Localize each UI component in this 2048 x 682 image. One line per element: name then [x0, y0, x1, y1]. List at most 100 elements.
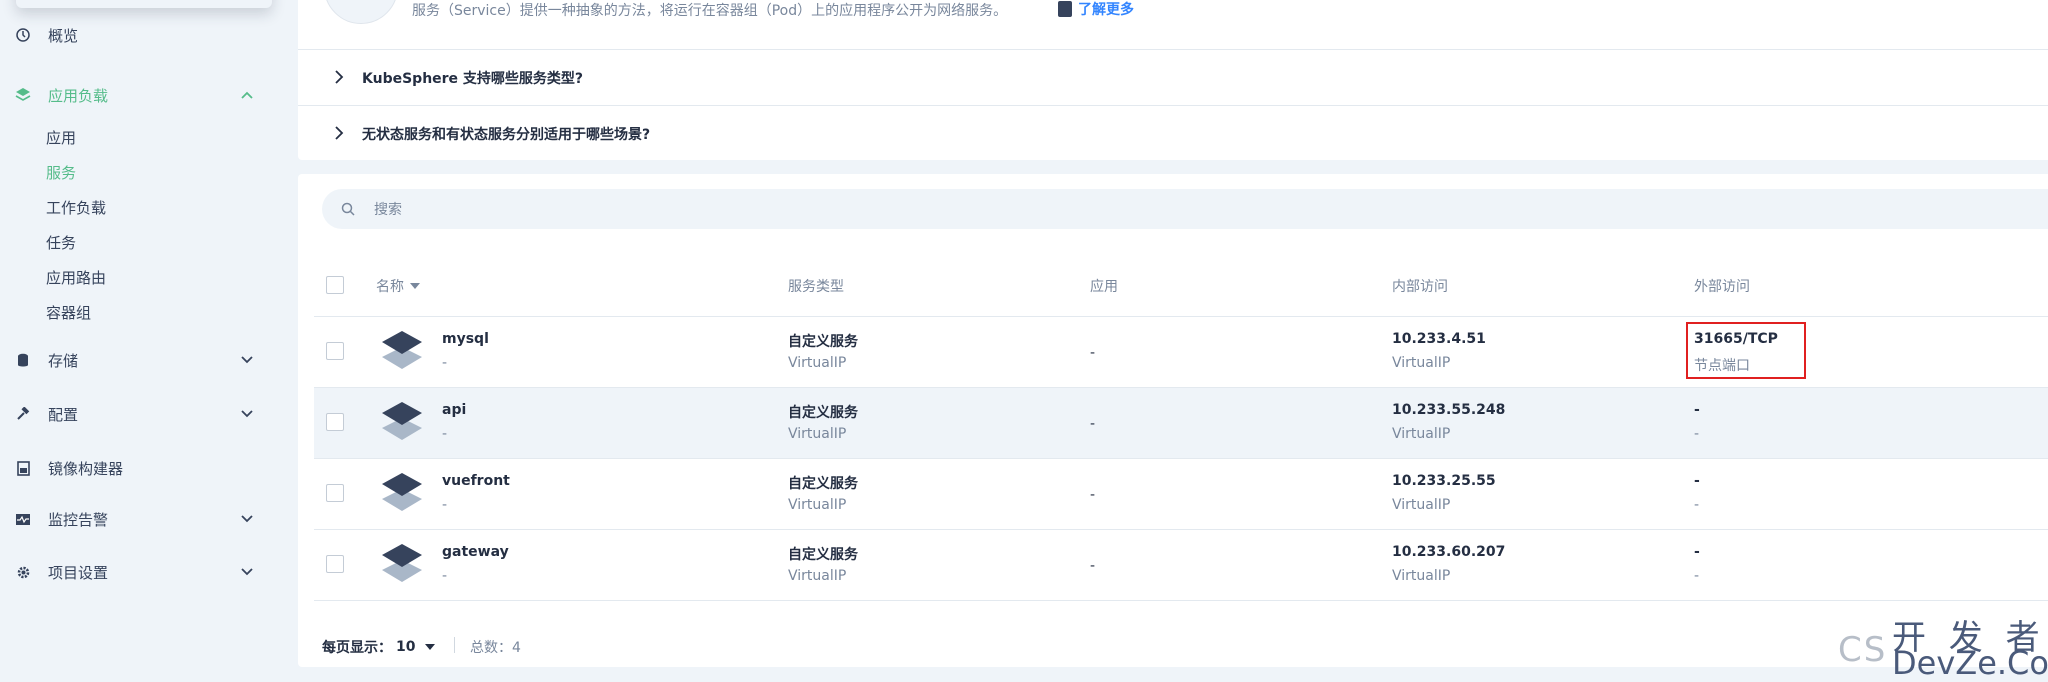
column-type-header: 服务类型: [788, 279, 844, 295]
search-bar[interactable]: [322, 189, 2048, 229]
internal-access-sub: VirtualIP: [1392, 568, 1451, 584]
table-row[interactable]: api - 自定义服务 VirtualIP - 10.233.55.248 Vi…: [314, 388, 2048, 459]
pagination-bar: 每页显示： 10 总数：4: [298, 607, 2048, 667]
service-app: -: [1090, 487, 1096, 503]
banner-description: 服务（Service）提供一种抽象的方法，将运行在容器组（Pod）上的应用程序公…: [412, 3, 1008, 19]
page-size-select[interactable]: 10: [396, 639, 436, 655]
chevron-down-icon[interactable]: [238, 510, 256, 528]
monitor-icon: [14, 510, 32, 528]
learn-more-label: 了解更多: [1078, 2, 1134, 18]
chevron-down-icon[interactable]: [238, 405, 256, 423]
external-access-sub: -: [1694, 568, 1700, 584]
faq-item-stateless-stateful[interactable]: 无状态服务和有状态服务分别适用于哪些场景?: [298, 105, 2048, 162]
service-banner-icon: [324, 0, 398, 24]
service-name-sub: -: [442, 497, 448, 513]
row-checkbox[interactable]: [326, 555, 344, 573]
per-page-label: 每页显示：: [322, 640, 392, 656]
chevron-down-icon[interactable]: [238, 563, 256, 581]
table-header: 名称 服务类型 应用 内部访问 外部访问: [314, 254, 2048, 317]
external-access-sub: -: [1694, 426, 1700, 442]
internal-access-sub: VirtualIP: [1392, 497, 1451, 513]
internal-access: 10.233.25.55: [1392, 473, 1496, 489]
service-intro-panel: 服务（Service）提供一种抽象的方法，将运行在容器组（Pod）上的应用程序公…: [298, 0, 2048, 160]
learn-more-link[interactable]: 了解更多: [1058, 0, 1134, 19]
internal-access: 10.233.60.207: [1392, 544, 1506, 560]
sidebar-item-label: 配置: [48, 405, 79, 424]
faq-item-service-types[interactable]: KubeSphere 支持哪些服务类型?: [298, 49, 2048, 106]
internal-access: 10.233.4.51: [1392, 331, 1486, 347]
service-name-sub: -: [442, 426, 448, 442]
sidebar-item-label: 概览: [48, 26, 79, 45]
sidebar-item-app-workloads[interactable]: 应用负载: [0, 81, 280, 109]
highlight-box: [1686, 322, 1806, 379]
external-access: -: [1694, 473, 1700, 489]
sidebar-item-label: 项目设置: [48, 563, 109, 582]
internal-access: 10.233.55.248: [1392, 402, 1506, 418]
caret-down-icon: [425, 644, 436, 650]
column-label: 名称: [376, 279, 404, 295]
chevron-down-icon[interactable]: [238, 351, 256, 369]
table-row[interactable]: gateway - 自定义服务 VirtualIP - 10.233.60.20…: [314, 530, 2048, 601]
service-app: -: [1090, 345, 1096, 361]
column-internal-header: 内部访问: [1392, 279, 1448, 295]
service-name-link[interactable]: gateway: [442, 544, 509, 560]
chevron-up-icon[interactable]: [238, 86, 256, 104]
total-count: 总数：4: [470, 640, 521, 656]
sidebar-item-label: 镜像构建器: [48, 459, 124, 478]
sidebar-item-config[interactable]: 配置: [0, 400, 280, 428]
service-name-sub: -: [442, 568, 448, 584]
service-app: -: [1090, 416, 1096, 432]
column-name-header[interactable]: 名称: [376, 276, 420, 296]
sidebar-item-project-settings[interactable]: 项目设置: [0, 558, 280, 586]
watermark-faded-text: CS: [1838, 630, 1888, 670]
row-checkbox[interactable]: [326, 342, 344, 360]
table-row[interactable]: vuefront - 自定义服务 VirtualIP - 10.233.25.5…: [314, 459, 2048, 530]
row-checkbox[interactable]: [326, 413, 344, 431]
search-input[interactable]: [372, 197, 976, 223]
sidebar-subitem-routes[interactable]: 应用路由: [46, 266, 106, 290]
sidebar-subitem-services[interactable]: 服务: [46, 161, 76, 185]
service-type: 自定义服务: [788, 476, 858, 492]
hammer-icon: [14, 405, 32, 423]
service-icon: [382, 473, 422, 511]
sidebar-item-label: 应用负载: [48, 86, 109, 105]
service-type-sub: VirtualIP: [788, 568, 847, 584]
service-name-link[interactable]: mysql: [442, 331, 489, 347]
select-all-checkbox[interactable]: [326, 276, 344, 294]
sort-down-icon[interactable]: [410, 283, 420, 289]
service-icon: [382, 331, 422, 369]
sidebar-item-label: 监控告警: [48, 510, 109, 529]
external-access: -: [1694, 402, 1700, 418]
column-external-header: 外部访问: [1694, 279, 1750, 295]
sidebar-item-monitoring[interactable]: 监控告警: [0, 505, 280, 533]
page-size-value: 10: [396, 639, 416, 655]
sidebar-item-overview[interactable]: 概览: [0, 21, 280, 49]
chevron-right-icon: [335, 70, 344, 84]
service-name-link[interactable]: api: [442, 402, 466, 418]
service-icon: [382, 402, 422, 440]
sidebar: 概览 应用负载 应用 服务 工作负载 任务 应用路由 容器组 存储 配置 镜像构…: [0, 0, 280, 682]
dashboard-icon: [14, 26, 32, 44]
external-access-sub: -: [1694, 497, 1700, 513]
service-name-link[interactable]: vuefront: [442, 473, 510, 489]
internal-access-sub: VirtualIP: [1392, 355, 1451, 371]
sidebar-subitem-workloads[interactable]: 工作负载: [46, 196, 106, 220]
table-row[interactable]: mysql - 自定义服务 VirtualIP - 10.233.4.51 Vi…: [314, 317, 2048, 388]
sidebar-item-storage[interactable]: 存储: [0, 346, 280, 374]
service-list-panel: 名称 服务类型 应用 内部访问 外部访问 mysql - 自定义服务 Virtu…: [298, 174, 2048, 667]
sidebar-item-image-builder[interactable]: 镜像构建器: [0, 454, 280, 482]
service-type-sub: VirtualIP: [788, 497, 847, 513]
service-name-sub: -: [442, 355, 448, 371]
page-size-control: 每页显示： 10: [322, 637, 436, 657]
external-access: -: [1694, 544, 1700, 560]
row-checkbox[interactable]: [326, 484, 344, 502]
sidebar-subitem-pods[interactable]: 容器组: [46, 301, 91, 325]
sidebar-subitem-jobs[interactable]: 任务: [46, 231, 76, 255]
layers-icon: [14, 86, 32, 104]
divider: [454, 637, 455, 653]
gear-icon: [14, 563, 32, 581]
sidebar-subitem-apps[interactable]: 应用: [46, 126, 76, 150]
service-type-sub: VirtualIP: [788, 426, 847, 442]
column-app-header: 应用: [1090, 279, 1118, 295]
search-icon: [341, 202, 355, 216]
